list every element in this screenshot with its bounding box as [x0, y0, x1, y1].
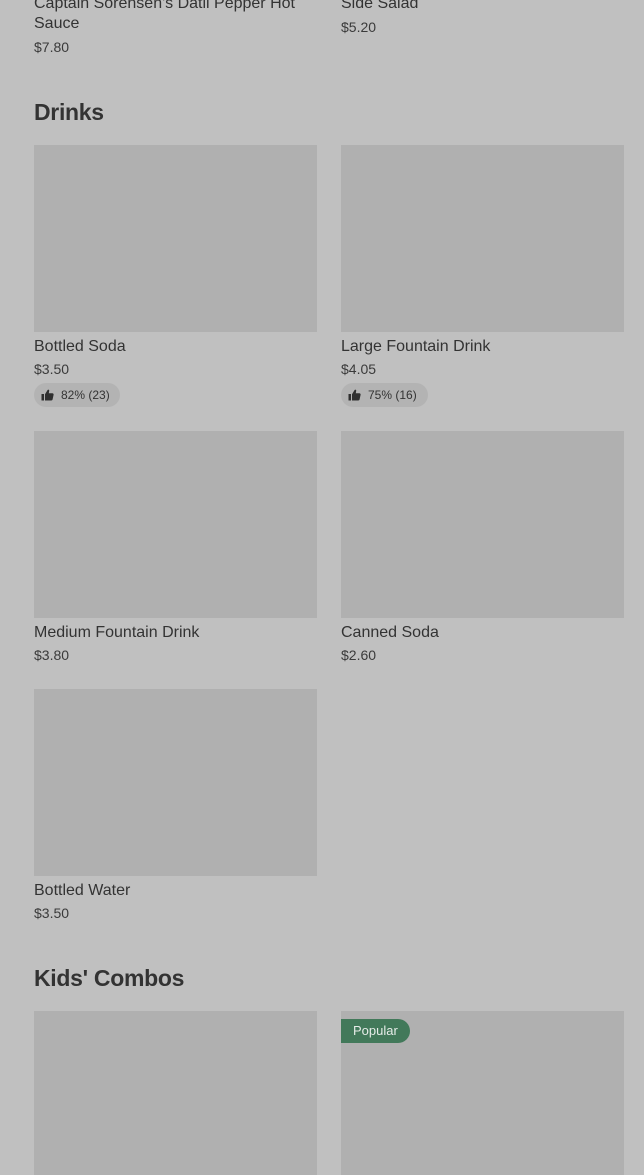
item-image — [34, 145, 317, 332]
menu-item-card[interactable]: Canned Soda $2.60 — [341, 431, 624, 667]
rating-badge: 75% (16) — [341, 383, 428, 407]
rating-text: 75% (16) — [368, 388, 417, 402]
menu-item-card[interactable]: Bottled Soda $3.50 82% (23) — [34, 145, 317, 410]
item-price-side-salad: $5.20 — [341, 19, 377, 35]
thumbs-up-icon — [348, 389, 361, 401]
item-price: $3.50 — [34, 361, 70, 377]
item-name: Bottled Water — [34, 882, 131, 899]
item-image — [34, 431, 317, 618]
item-name-side-salad[interactable]: Side Salad — [341, 0, 418, 14]
item-price: $3.80 — [34, 647, 70, 663]
menu-item-card[interactable]: Popular — [341, 1011, 624, 1175]
item-price: $3.50 — [34, 905, 70, 921]
menu-item-card[interactable] — [34, 1011, 317, 1175]
item-name: Canned Soda — [341, 624, 439, 641]
item-image — [341, 431, 624, 618]
item-name-hot-sauce[interactable]: Captain Sorensen's Datil Pepper Hot Sauc… — [34, 0, 318, 34]
thumbs-up-icon — [41, 389, 54, 401]
item-image — [341, 145, 624, 332]
section-title-drinks: Drinks — [34, 99, 104, 125]
menu-item-card[interactable]: Medium Fountain Drink $3.80 — [34, 431, 317, 667]
rating-text: 82% (23) — [61, 388, 110, 402]
item-name: Bottled Soda — [34, 338, 126, 355]
rating-badge: 82% (23) — [34, 383, 120, 407]
item-name: Medium Fountain Drink — [34, 624, 200, 641]
item-name: Large Fountain Drink — [341, 338, 491, 355]
menu-item-card[interactable]: Large Fountain Drink $4.05 75% (16) — [341, 145, 624, 410]
item-image — [34, 1011, 317, 1175]
item-price: $2.60 — [341, 647, 377, 663]
item-price: $4.05 — [341, 361, 377, 377]
section-title-kids-combos: Kids' Combos — [34, 965, 185, 991]
popular-badge: Popular — [341, 1019, 410, 1043]
item-image — [34, 689, 317, 876]
item-image: Popular — [341, 1011, 624, 1175]
menu-item-card[interactable]: Bottled Water $3.50 — [34, 689, 317, 925]
item-price-hot-sauce: $7.80 — [34, 39, 70, 55]
